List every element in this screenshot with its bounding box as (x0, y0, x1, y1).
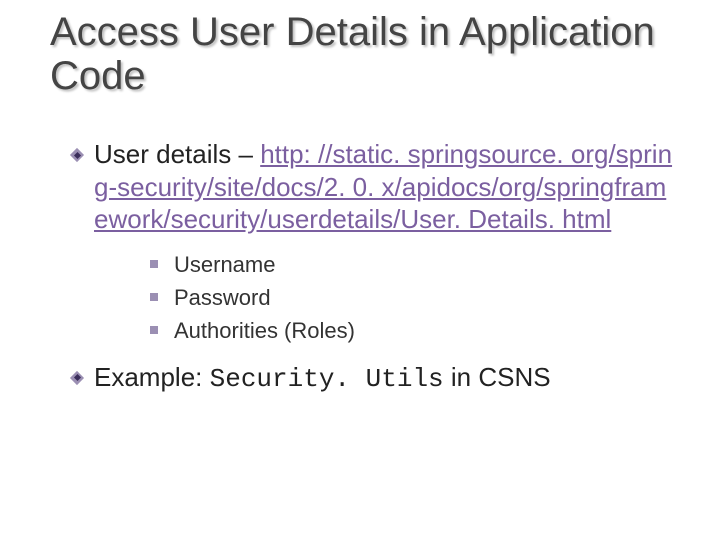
example-suffix: in CSNS (444, 362, 551, 392)
sub-item-label: Password (174, 281, 271, 314)
bullet-text: User details – http: //static. springsou… (94, 138, 680, 236)
sub-item-username: Username (150, 248, 680, 281)
slide: Access User Details in Application Code … (0, 0, 720, 540)
slide-title: Access User Details in Application Code (50, 10, 680, 98)
example-code: Security. Utils (210, 364, 444, 394)
bullet-list-level1: User details – http: //static. springsou… (70, 138, 680, 395)
diamond-bullet-icon (70, 371, 84, 385)
sub-item-label: Username (174, 248, 275, 281)
square-bullet-icon (150, 326, 158, 334)
bullet-text: Example: Security. Utils in CSNS (94, 361, 551, 396)
bullet-item-user-details: User details – http: //static. springsou… (70, 138, 680, 236)
bullet-item-example: Example: Security. Utils in CSNS (70, 361, 680, 396)
user-details-label: User details – (94, 139, 260, 169)
sub-item-password: Password (150, 281, 680, 314)
sub-item-label: Authorities (Roles) (174, 314, 355, 347)
example-prefix: Example: (94, 362, 210, 392)
diamond-bullet-icon (70, 148, 84, 162)
bullet-list-level2: Username Password Authorities (Roles) (150, 248, 680, 347)
square-bullet-icon (150, 260, 158, 268)
sub-item-authorities: Authorities (Roles) (150, 314, 680, 347)
square-bullet-icon (150, 293, 158, 301)
